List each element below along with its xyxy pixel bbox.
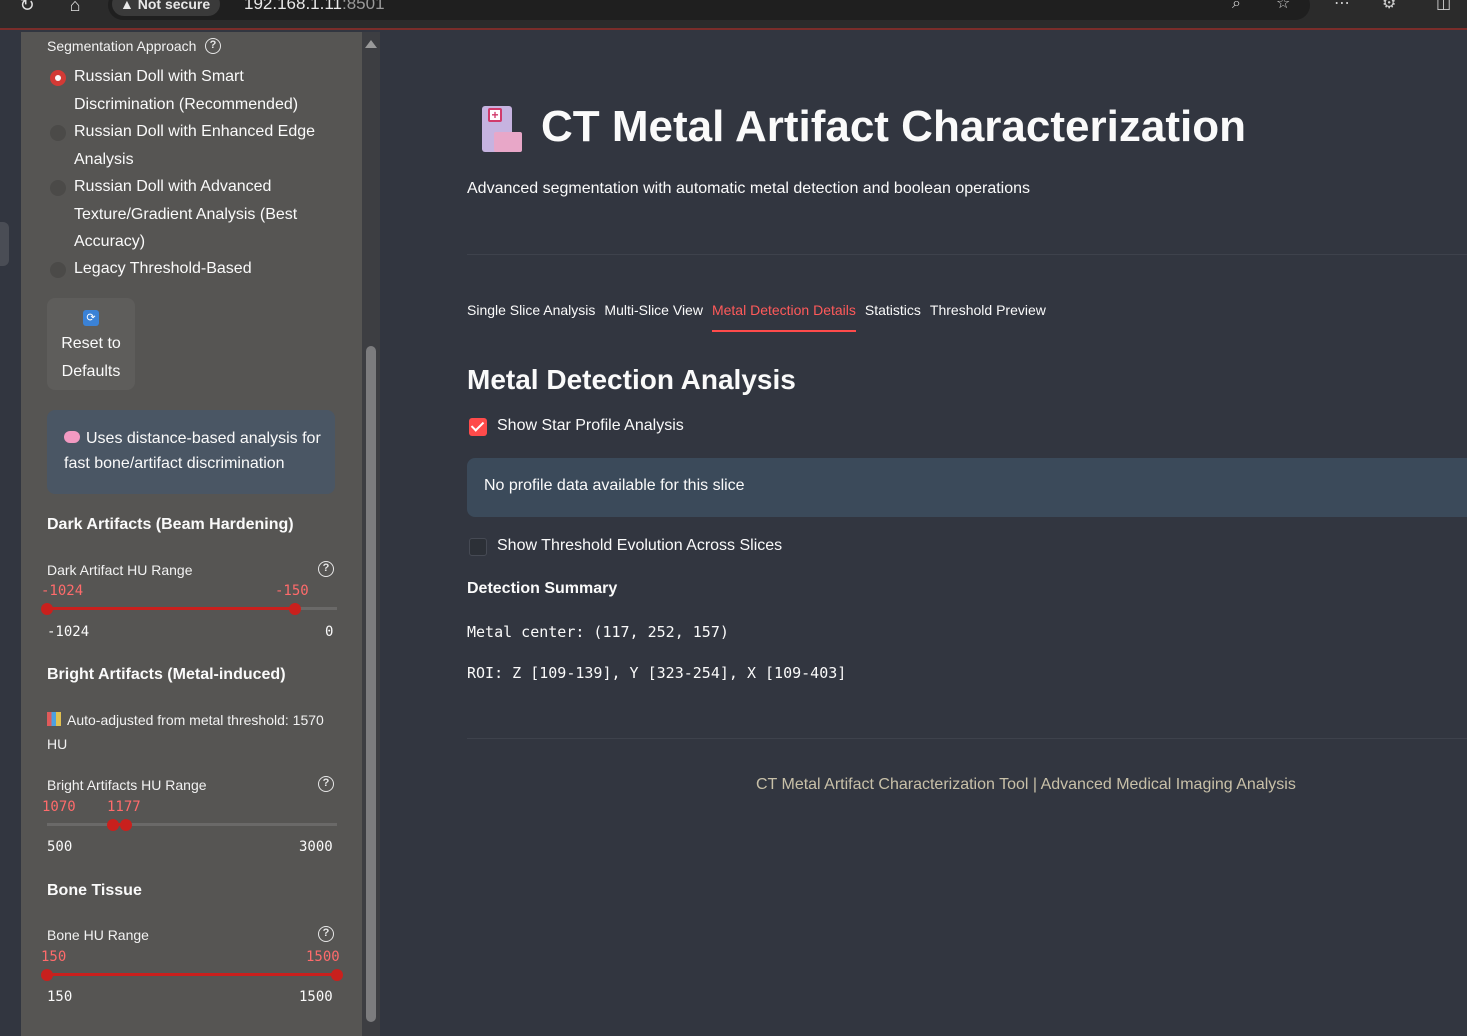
reset-defaults-button[interactable]: ⟳ Reset to Defaults	[47, 298, 135, 390]
dark-low-value: -1024	[41, 583, 84, 599]
radio-smart-discrimination[interactable]	[50, 70, 66, 86]
bone-slider-high-handle[interactable]	[331, 968, 343, 981]
bone-slider-track[interactable]	[41, 968, 343, 981]
sidebar-scroll-thumb[interactable]	[366, 346, 376, 1022]
help-icon[interactable]: ?	[318, 776, 334, 792]
threshold-evolution-label[interactable]: Show Threshold Evolution Across Slices	[497, 537, 782, 555]
segmentation-approach-label: Segmentation Approach	[47, 38, 197, 54]
brain-icon	[64, 430, 80, 443]
extension-icon[interactable]: ⋯	[1334, 0, 1350, 15]
refresh-icon: ⟳	[83, 310, 99, 326]
bright-min-label: 500	[47, 839, 73, 855]
tab-threshold-preview[interactable]: Threshold Preview	[930, 302, 1046, 332]
divider	[467, 254, 1467, 255]
home-icon[interactable]: ⌂	[64, 0, 86, 16]
bone-low-value: 150	[41, 949, 67, 965]
section-title: Metal Detection Analysis	[467, 364, 796, 395]
footer-text: CT Metal Artifact Characterization Tool …	[756, 776, 1296, 793]
help-icon[interactable]: ?	[318, 926, 334, 942]
dark-slider-label: Dark Artifact HU Range	[47, 562, 193, 578]
page-title: CT Metal Artifact Characterization	[541, 102, 1246, 151]
scroll-up-arrow-icon[interactable]	[365, 40, 377, 48]
bone-min-label: 150	[47, 989, 73, 1005]
browser-toolbar: ↻ ⌂ ▲ Not secure 192.168.1.11:8501 ⌕ ☆ ⋯…	[0, 0, 1467, 30]
radio-texture-gradient[interactable]	[50, 180, 66, 196]
radio-label-texture-gradient[interactable]: Russian Doll with Advanced Texture/Gradi…	[74, 173, 344, 256]
tab-statistics[interactable]: Statistics	[865, 302, 921, 332]
bone-slider-fill	[47, 973, 337, 976]
footer-divider	[467, 738, 1467, 739]
bright-max-label: 3000	[299, 839, 333, 855]
tab-multi-slice[interactable]: Multi-Slice View	[604, 302, 703, 332]
page-subtitle: Advanced segmentation with automatic met…	[467, 180, 1031, 197]
detection-summary-heading: Detection Summary	[467, 580, 618, 597]
dark-min-label: -1024	[47, 624, 90, 640]
bar-chart-icon	[47, 712, 61, 727]
dark-slider-fill	[47, 607, 295, 610]
settings-gear-icon[interactable]: ⚙	[1382, 0, 1396, 15]
bright-slider-low-handle[interactable]	[107, 818, 120, 831]
bright-auto-adjust-note: Auto-adjusted from metal threshold: 1570…	[47, 712, 324, 752]
tab-bar: Single Slice Analysis Multi-Slice View M…	[467, 302, 1046, 332]
radio-label-legacy-threshold[interactable]: Legacy Threshold-Based	[74, 255, 344, 283]
bright-slider-label: Bright Artifacts HU Range	[47, 777, 207, 793]
favorite-star-icon[interactable]: ☆	[1276, 0, 1290, 15]
security-indicator[interactable]: ▲ Not secure	[112, 0, 221, 16]
sidebar: Segmentation Approach ? Russian Doll wit…	[21, 32, 362, 1036]
radio-label-enhanced-edge[interactable]: Russian Doll with Enhanced Edge Analysis	[74, 118, 344, 173]
dark-max-label: 0	[325, 624, 334, 640]
bright-high-value: 1177	[107, 799, 141, 815]
bone-tissue-heading: Bone Tissue	[47, 882, 142, 899]
radio-legacy-threshold[interactable]	[50, 262, 66, 278]
dark-high-value: -150	[275, 583, 309, 599]
zoom-icon[interactable]: ⌕	[1232, 0, 1241, 15]
warning-icon: ▲	[120, 0, 138, 12]
bright-low-value: 1070	[42, 799, 76, 815]
radio-label-smart-discrimination[interactable]: Russian Doll with Smart Discrimination (…	[74, 63, 344, 118]
radio-enhanced-edge[interactable]	[50, 125, 66, 141]
roi-text: ROI: Z [109-139], Y [323-254], X [109-40…	[467, 664, 847, 682]
info-alert: No profile data available for this slice	[467, 458, 1467, 517]
help-icon[interactable]: ?	[318, 561, 334, 577]
bone-slider-low-handle[interactable]	[41, 968, 53, 981]
url-text[interactable]: 192.168.1.11:8501	[244, 0, 385, 16]
bright-artifacts-heading: Bright Artifacts (Metal-induced)	[47, 666, 286, 683]
dark-slider-low-handle[interactable]	[41, 602, 53, 615]
approach-info-box: Uses distance-based analysis for fast bo…	[47, 410, 335, 494]
bright-slider-track[interactable]	[47, 818, 337, 831]
dark-slider-high-handle[interactable]	[288, 602, 301, 615]
sidebar-collapse-handle[interactable]	[0, 222, 9, 266]
tab-single-slice[interactable]: Single Slice Analysis	[467, 302, 595, 332]
threshold-evolution-checkbox[interactable]	[469, 538, 487, 556]
metal-center-text: Metal center: (117, 252, 157)	[467, 623, 729, 641]
bright-slider-high-handle[interactable]	[119, 818, 132, 831]
star-profile-label[interactable]: Show Star Profile Analysis	[497, 417, 684, 435]
dark-slider-track[interactable]	[41, 602, 337, 615]
reload-icon[interactable]: ↻	[16, 0, 38, 16]
dark-artifacts-heading: Dark Artifacts (Beam Hardening)	[47, 516, 294, 533]
main-content: + CT Metal Artifact Characterization Adv…	[380, 32, 1467, 1036]
bone-slider-label: Bone HU Range	[47, 927, 149, 943]
hospital-icon: +	[480, 106, 522, 154]
tab-metal-detection[interactable]: Metal Detection Details	[711, 302, 856, 332]
bone-high-value: 1500	[306, 949, 340, 965]
split-screen-icon[interactable]: ◫	[1436, 0, 1451, 15]
bone-max-label: 1500	[299, 989, 333, 1005]
star-profile-checkbox[interactable]	[469, 418, 487, 436]
help-icon[interactable]: ?	[205, 38, 221, 54]
